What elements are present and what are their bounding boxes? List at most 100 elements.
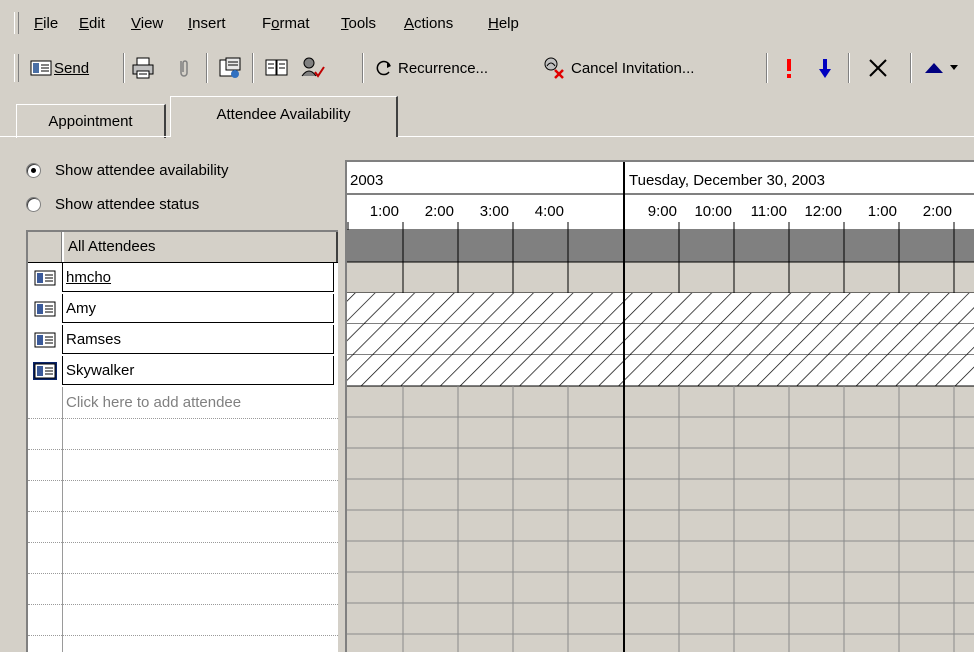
day-label-right: Tuesday, December 30, 2003 <box>629 172 825 189</box>
attendee-name[interactable]: Ramses <box>62 325 334 354</box>
address-book-icon <box>265 58 289 78</box>
cancel-invitation-label: Cancel Invitation... <box>571 59 695 77</box>
all-attendees-busy-band <box>347 230 974 262</box>
show-status-radio[interactable] <box>26 196 41 212</box>
attendee-type-icon[interactable] <box>30 296 60 322</box>
row-divider <box>62 635 63 652</box>
time-label: 1:00 <box>868 203 897 220</box>
chevron-down-icon[interactable] <box>950 65 958 71</box>
toolbar-separator <box>252 53 254 83</box>
attendee-name[interactable]: hmcho <box>62 263 334 292</box>
send-label: Send <box>54 59 90 77</box>
time-label: 3:00 <box>480 203 509 220</box>
recurrence-icon <box>374 58 394 78</box>
row-divider <box>62 511 63 542</box>
menu-insert[interactable]: Insert <box>188 14 226 34</box>
empty-attendee-row[interactable] <box>28 604 338 636</box>
arrow-down-icon <box>818 57 832 79</box>
menu-tools[interactable]: Tools <box>341 14 376 34</box>
empty-attendee-row[interactable] <box>28 418 338 450</box>
row-divider <box>62 604 63 635</box>
send-button[interactable]: Send <box>30 55 89 81</box>
attendee-type-icon[interactable] <box>30 358 60 384</box>
tab-attendee-availability[interactable]: Attendee Availability <box>170 96 398 137</box>
empty-attendee-row[interactable] <box>28 480 338 512</box>
row-divider <box>62 418 63 449</box>
menu-bar-grip[interactable] <box>14 12 19 34</box>
menu-view[interactable]: View <box>131 14 163 34</box>
menu-actions[interactable]: Actions <box>404 14 453 34</box>
menu-file[interactable]: File <box>34 14 58 34</box>
add-attendee-placeholder[interactable]: Click here to add attendee <box>66 387 241 418</box>
attendee-name[interactable]: Skywalker <box>62 356 334 385</box>
free-busy-grid[interactable]: 2003 Tuesday, December 30, 2003 1:00 2:00 3:… <box>345 160 974 652</box>
attendee-row[interactable]: Skywalker <box>28 356 338 387</box>
toolbar-separator <box>848 53 850 83</box>
empty-attendee-row[interactable] <box>28 542 338 574</box>
check-names-button[interactable] <box>300 55 326 81</box>
paperclip-icon <box>177 57 189 79</box>
toolbar-separator <box>910 53 912 83</box>
standard-toolbar: Send Recurrence... Cancel Invitation... <box>0 40 974 94</box>
toolbar-separator <box>362 53 364 83</box>
attendee-type-icon[interactable] <box>30 265 60 291</box>
arrow-up-icon <box>924 61 944 75</box>
row-divider <box>62 449 63 480</box>
time-label: 1:00 <box>370 203 399 220</box>
toolbar-separator <box>123 53 125 83</box>
time-label: 9:00 <box>648 203 677 220</box>
menu-format[interactable]: Format <box>262 14 310 34</box>
time-label: 12:00 <box>804 203 842 220</box>
attendee-row[interactable]: Amy <box>28 294 338 325</box>
cancel-invitation-button[interactable]: Cancel Invitation... <box>541 55 694 81</box>
attendee-row[interactable]: hmcho <box>28 263 338 294</box>
outlook-meeting-window: File Edit View Insert Format Tools Actions Help… <box>0 0 974 652</box>
attendee-type-icon[interactable] <box>30 327 60 353</box>
time-label: 11:00 <box>751 203 787 220</box>
previous-item-button[interactable] <box>924 55 958 81</box>
free-busy-chart: 2003 Tuesday, December 30, 2003 1:00 2:00 3:… <box>347 162 974 652</box>
add-attendee-row[interactable]: Click here to add attendee <box>28 387 338 419</box>
show-availability-option[interactable]: Show attendee availability <box>26 159 228 181</box>
time-label: 10:00 <box>694 203 732 220</box>
exclamation-icon <box>784 57 794 79</box>
delete-x-icon <box>868 58 888 78</box>
printer-icon <box>131 57 155 79</box>
insert-file-button[interactable] <box>177 55 189 81</box>
time-label: 2:00 <box>425 203 454 220</box>
empty-attendee-row[interactable] <box>28 573 338 605</box>
row-divider <box>62 542 63 573</box>
attendee-name[interactable]: Amy <box>62 294 334 323</box>
attendee-list-header: All Attendees <box>28 232 338 263</box>
menu-edit[interactable]: Edit <box>79 14 105 34</box>
tab-appointment[interactable]: Appointment <box>16 104 166 138</box>
recurrence-label: Recurrence... <box>398 59 489 77</box>
show-status-option[interactable]: Show attendee status <box>26 193 199 215</box>
attendee-type-column-header[interactable] <box>28 232 62 262</box>
show-availability-radio[interactable] <box>26 162 41 178</box>
importance-low-button[interactable] <box>818 55 832 81</box>
show-status-label: Show attendee status <box>55 195 200 213</box>
recurrence-button[interactable]: Recurrence... <box>374 55 488 81</box>
toolbar-separator <box>206 53 208 83</box>
invite-icon <box>218 56 242 80</box>
tab-strip: Appointment Attendee Availability <box>0 94 974 138</box>
address-book-button[interactable] <box>265 55 289 81</box>
show-availability-label: Show attendee availability <box>55 161 229 179</box>
importance-high-button[interactable] <box>784 55 794 81</box>
menu-bar: File Edit View Insert Format Tools Actions Help <box>0 0 974 40</box>
empty-attendee-row[interactable] <box>28 511 338 543</box>
toolbar-grip[interactable] <box>14 54 19 82</box>
time-label: 2:00 <box>923 203 952 220</box>
empty-attendee-row[interactable] <box>28 635 338 652</box>
empty-attendee-row[interactable] <box>28 449 338 481</box>
all-attendees-header[interactable]: All Attendees <box>63 232 338 262</box>
invite-attendees-button[interactable] <box>218 55 242 81</box>
check-names-icon <box>300 56 326 80</box>
print-button[interactable] <box>131 55 155 81</box>
row-divider <box>62 573 63 604</box>
attendee-row[interactable]: Ramses <box>28 325 338 356</box>
menu-help[interactable]: Help <box>488 14 519 34</box>
delete-button[interactable] <box>868 55 888 81</box>
row-divider <box>62 387 63 418</box>
